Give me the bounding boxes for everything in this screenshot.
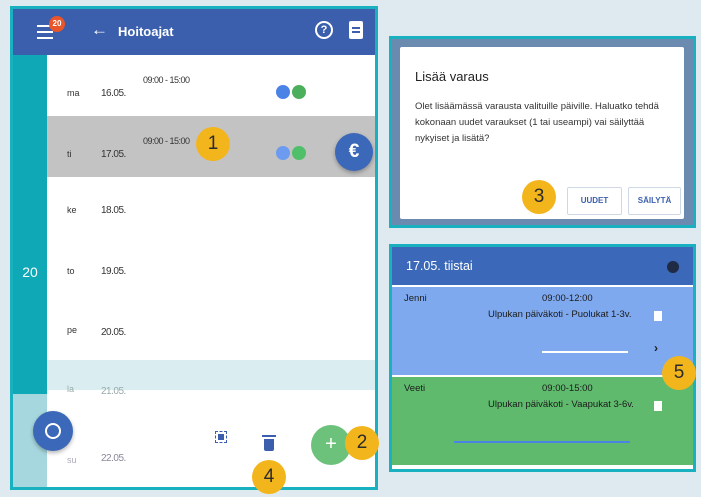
time-slider-line[interactable] bbox=[542, 351, 628, 353]
day-date: 19.05. bbox=[101, 266, 126, 277]
child-dot-blue bbox=[276, 146, 290, 160]
child-dots bbox=[276, 146, 308, 165]
new-button[interactable]: UUDET bbox=[567, 187, 622, 215]
card-header: 17.05. tiistai bbox=[392, 247, 693, 285]
child-dot-green bbox=[292, 146, 306, 160]
card-title: 17.05. tiistai bbox=[406, 259, 473, 273]
daycare-group: Ulpukan päiväkoti - Puolukat 1-3v. bbox=[488, 309, 632, 320]
day-date: 22.05. bbox=[101, 453, 126, 464]
dialog-title: Lisää varaus bbox=[415, 69, 489, 84]
week-number: 20 bbox=[22, 264, 38, 280]
daycare-group: Ulpukan päiväkoti - Vaapukat 3-6v. bbox=[488, 399, 634, 410]
alarm-clock-button[interactable] bbox=[33, 411, 73, 451]
day-time: 09:00 - 15:00 bbox=[143, 136, 190, 146]
child-entry[interactable]: Jenni 09:00-12:00 Ulpukan päiväkoti - Pu… bbox=[392, 287, 693, 375]
day-weekday: su bbox=[67, 455, 77, 465]
day-weekday: ke bbox=[67, 205, 77, 215]
day-weekday: pe bbox=[67, 325, 78, 335]
billing-button[interactable]: € bbox=[335, 133, 373, 171]
day-row-thursday[interactable]: to 19.05. bbox=[47, 238, 375, 299]
child-dots bbox=[276, 85, 308, 104]
day-date: 20.05. bbox=[101, 327, 126, 338]
help-icon[interactable]: ? bbox=[315, 21, 333, 39]
day-date: 17.05. bbox=[101, 149, 126, 160]
select-all-icon[interactable] bbox=[215, 431, 227, 443]
document-icon[interactable] bbox=[349, 21, 363, 39]
app-bar: 20 ← Hoitoajat ? bbox=[13, 9, 375, 55]
child-dot-blue bbox=[276, 85, 290, 99]
trash-icon[interactable] bbox=[262, 435, 276, 451]
reservation-time: 09:00-15:00 bbox=[542, 383, 593, 394]
callout-2: 2 bbox=[345, 426, 379, 460]
day-weekday: ma bbox=[67, 88, 80, 98]
keep-button[interactable]: SÄILYTÄ bbox=[628, 187, 681, 215]
day-date: 16.05. bbox=[101, 88, 126, 99]
callout-3: 3 bbox=[522, 180, 556, 214]
day-weekday: to bbox=[67, 266, 75, 276]
phone-screen: 20 ← Hoitoajat ? 20 ma 16.05. 09:00 - 15… bbox=[10, 6, 378, 490]
day-date: 18.05. bbox=[101, 205, 126, 216]
child-dot-green bbox=[292, 85, 306, 99]
back-arrow-icon[interactable]: ← bbox=[91, 20, 108, 40]
child-name: Jenni bbox=[404, 293, 427, 304]
callout-5: 5 bbox=[662, 356, 696, 390]
notification-badge: 20 bbox=[49, 16, 65, 32]
day-date: 21.05. bbox=[101, 386, 126, 397]
day-detail-card: 17.05. tiistai Jenni 09:00-12:00 Ulpukan… bbox=[389, 244, 696, 472]
day-row-saturday[interactable]: la 21.05. bbox=[47, 360, 375, 397]
page-title: Hoitoajat bbox=[118, 24, 174, 39]
day-row-monday[interactable]: ma 16.05. 09:00 - 15:00 bbox=[47, 55, 375, 116]
close-icon[interactable] bbox=[667, 261, 679, 273]
chevron-right-icon[interactable]: › bbox=[654, 341, 658, 355]
callout-4: 4 bbox=[252, 460, 286, 494]
day-weekday: la bbox=[67, 384, 75, 394]
child-name: Veeti bbox=[404, 383, 426, 394]
reservation-time: 09:00-12:00 bbox=[542, 293, 593, 304]
day-row-friday[interactable]: pe 20.05. bbox=[47, 299, 375, 360]
day-row-wednesday[interactable]: ke 18.05. bbox=[47, 177, 375, 238]
trash-icon[interactable] bbox=[654, 311, 662, 321]
child-entry[interactable]: Veeti 09:00-15:00 Ulpukan päiväkoti - Va… bbox=[392, 377, 693, 465]
trash-icon[interactable] bbox=[654, 401, 662, 411]
dialog-message: Olet lisäämässä varausta valituille päiv… bbox=[415, 101, 659, 144]
day-time: 09:00 - 15:00 bbox=[143, 75, 190, 85]
callout-1: 1 bbox=[196, 127, 230, 161]
time-slider-line[interactable] bbox=[454, 441, 630, 443]
day-weekday: ti bbox=[67, 149, 72, 159]
